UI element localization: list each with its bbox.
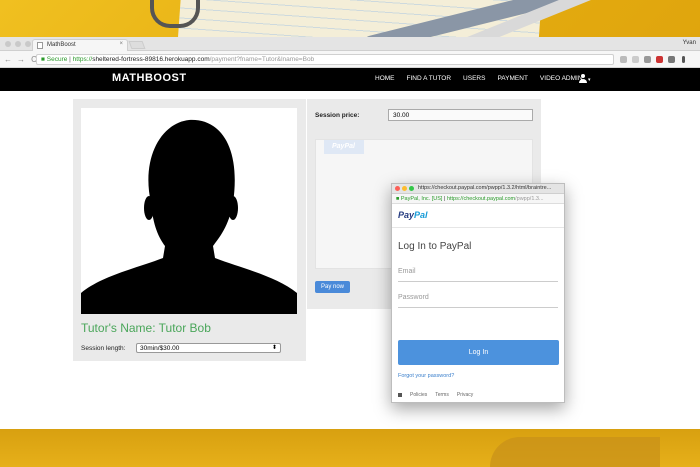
password-field[interactable]: Password [398, 294, 558, 308]
tutor-photo [81, 108, 297, 314]
nav-home[interactable]: HOME [375, 75, 395, 82]
new-tab-button[interactable] [128, 41, 146, 49]
tab-close-icon[interactable]: × [119, 41, 123, 47]
menu-kebab-icon[interactable] [682, 56, 685, 63]
close-window-dot[interactable] [5, 41, 11, 47]
chevron-down-icon[interactable]: ▾ [588, 77, 591, 83]
forgot-password-link[interactable]: Forgot your password? [398, 373, 454, 379]
extension-icon[interactable] [656, 56, 663, 63]
page-icon [37, 42, 43, 49]
nav-menu: HOME FIND A TUTOR USERS PAYMENT VIDEO AD… [375, 75, 583, 82]
url-field[interactable]: ■ Secure | https://sheltered-fortress-89… [36, 54, 614, 65]
browser-window: MathBoost × Yvan ← → C ■ Secure | https:… [0, 37, 700, 429]
user-icon[interactable] [578, 74, 588, 84]
extension-icon[interactable] [668, 56, 675, 63]
secure-label: Secure [46, 56, 68, 63]
tutor-name-heading: Tutor's Name: Tutor Bob [81, 321, 211, 335]
url-path: /payment?fname=Tutor&lname=Bob [209, 56, 315, 63]
nav-users[interactable]: USERS [463, 75, 485, 82]
paypal-logo: PayPal [398, 210, 428, 220]
session-length-select[interactable]: 30min/$30.00 ⬍ [136, 343, 281, 353]
minimize-window-dot[interactable] [15, 41, 21, 47]
email-placeholder: Email [398, 268, 416, 275]
back-icon[interactable]: ← [3, 55, 13, 64]
maximize-window-dot[interactable] [25, 41, 31, 47]
paypal-tab[interactable]: PayPal [324, 140, 364, 154]
maximize-dot[interactable] [409, 186, 414, 191]
tab-title: MathBoost [47, 42, 76, 48]
select-arrow-icon: ⬍ [271, 345, 277, 351]
footer-policies-link[interactable]: Policies [410, 392, 427, 398]
address-bar-row: ← → C ■ Secure | https://sheltered-fortr… [0, 51, 700, 68]
minimize-dot[interactable] [402, 186, 407, 191]
extension-icon[interactable] [632, 56, 639, 63]
lock-icon [398, 393, 402, 397]
popup-footer: Policies Terms Privacy [398, 392, 473, 398]
nav-find-a-tutor[interactable]: FIND A TUTOR [407, 75, 452, 82]
close-dot[interactable] [395, 186, 400, 191]
popup-window-controls [395, 186, 414, 191]
bookmark-star-icon[interactable] [620, 56, 627, 63]
forward-icon[interactable]: → [16, 55, 26, 64]
tab-mathboost[interactable]: MathBoost × [32, 39, 128, 51]
paypal-popup: https://checkout.paypal.com/pwpp/1.3.2/h… [391, 183, 565, 403]
nav-payment[interactable]: PAYMENT [497, 75, 527, 82]
tab-bar: MathBoost × Yvan [0, 37, 700, 51]
silhouette-avatar-icon [81, 119, 297, 314]
session-price-field[interactable]: 30.00 [388, 109, 533, 121]
url-scheme: https:// [72, 56, 93, 63]
session-price-label: Session price: [315, 112, 360, 119]
session-length-value: 30min/$30.00 [140, 345, 180, 352]
popup-url-host: https://checkout.paypal.com [446, 196, 516, 202]
site-logo[interactable]: MATHBOOST [112, 72, 187, 84]
password-placeholder: Password [398, 294, 429, 301]
lock-icon: ■ [41, 56, 45, 63]
window-controls [5, 41, 31, 47]
email-field[interactable]: Email [398, 268, 558, 282]
session-length-label: Session length: [81, 345, 126, 352]
tutor-card: Tutor's Name: Tutor Bob Session length: … [73, 99, 306, 361]
popup-company: PayPal, Inc. [US] [400, 196, 443, 202]
popup-titlebar: https://checkout.paypal.com/pwpp/1.3.2/h… [392, 184, 564, 194]
login-heading: Log In to PayPal [398, 241, 472, 252]
popup-address-bar[interactable]: ■ PayPal, Inc. [US] | https://checkout.p… [392, 194, 564, 204]
extension-icon[interactable] [644, 56, 651, 63]
desk-bottom-decoration [0, 429, 700, 467]
profile-name[interactable]: Yvan [683, 40, 696, 46]
pay-now-button[interactable]: Pay now [315, 281, 350, 293]
footer-terms-link[interactable]: Terms [435, 392, 449, 398]
nav-video-admin[interactable]: VIDEO ADMIN [540, 75, 583, 82]
popup-url-path: /pwpp/1.3... [515, 196, 544, 202]
url-host: sheltered-fortress-89816.herokuapp.com [92, 56, 210, 63]
footer-privacy-link[interactable]: Privacy [457, 392, 473, 398]
popup-title: https://checkout.paypal.com/pwpp/1.3.2/h… [418, 185, 552, 191]
site-navbar: MATHBOOST HOME FIND A TUTOR USERS PAYMEN… [0, 68, 700, 91]
paypal-header: PayPal [392, 204, 564, 228]
login-button[interactable]: Log In [398, 340, 559, 365]
